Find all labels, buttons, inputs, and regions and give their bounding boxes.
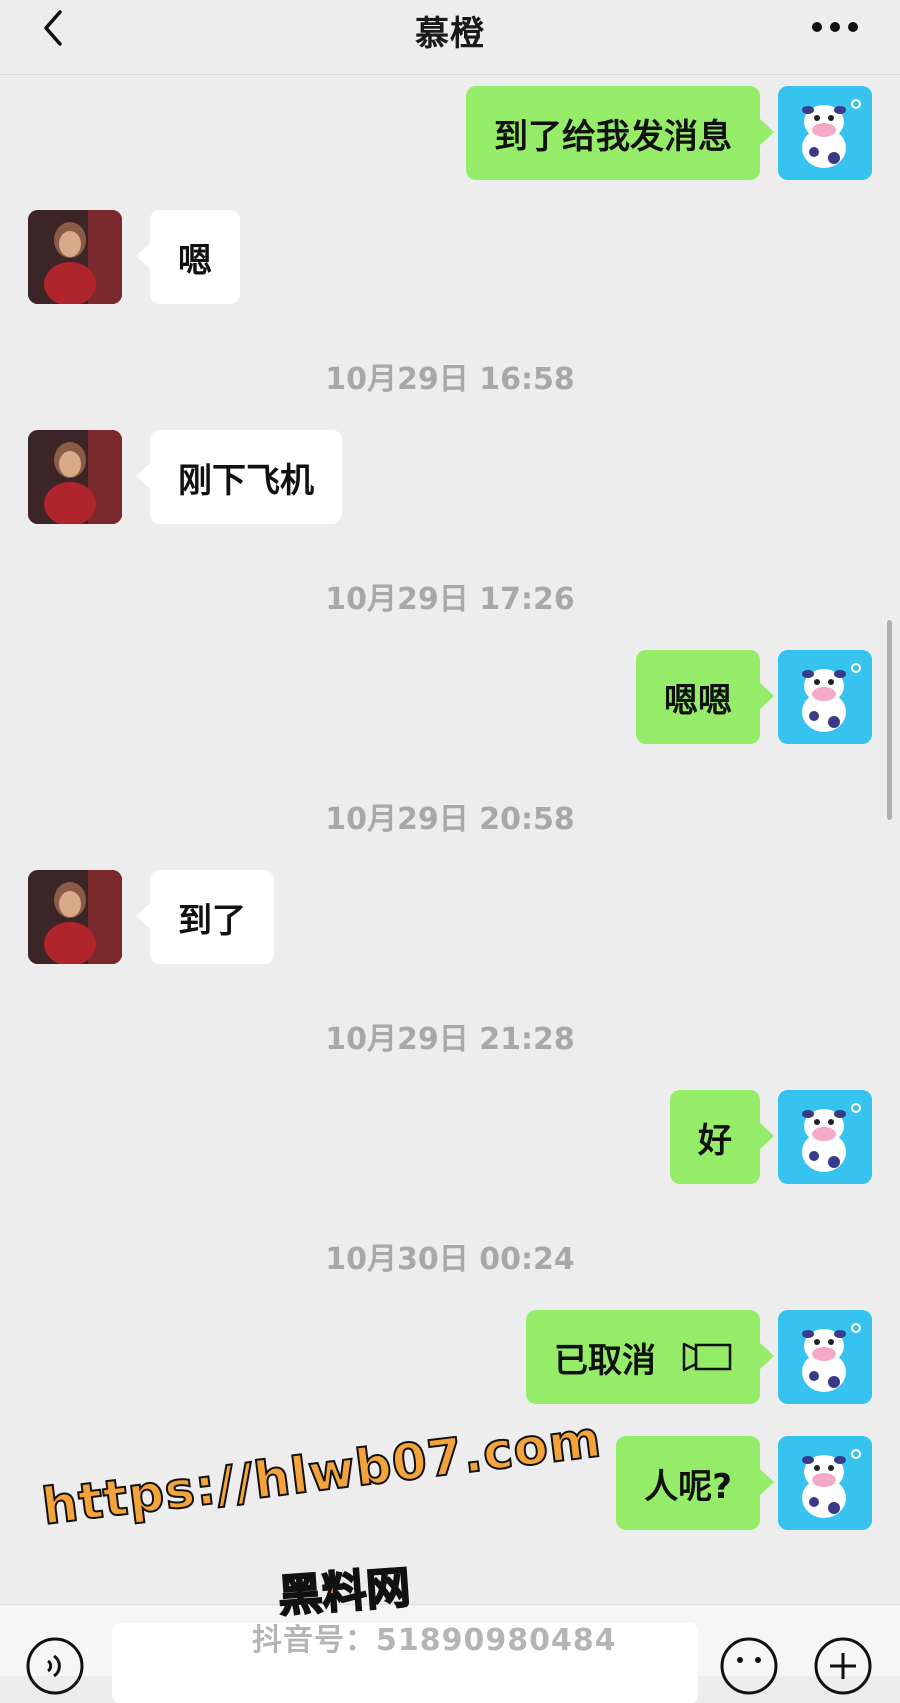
self-avatar[interactable]: [778, 1436, 872, 1530]
message-row: 已取消: [0, 1310, 900, 1404]
message-text: 到了给我发消息: [494, 116, 732, 157]
contact-avatar[interactable]: [28, 430, 122, 524]
message-text: 已取消: [554, 1340, 656, 1381]
chat-header: 慕橙: [0, 0, 900, 75]
message-bubble[interactable]: 刚下飞机: [136, 430, 342, 524]
contact-photo-icon: [28, 430, 122, 524]
message-bubble[interactable]: 到了给我发消息: [466, 86, 774, 180]
self-avatar[interactable]: [778, 1310, 872, 1404]
timestamp: 10月30日 00:24: [325, 1242, 575, 1277]
message-text: 人呢?: [644, 1466, 732, 1507]
timestamp: 10月29日 21:28: [325, 1022, 575, 1057]
chat-title: 慕橙: [415, 14, 485, 54]
message-row: 到了给我发消息: [0, 86, 900, 180]
contact-avatar[interactable]: [28, 870, 122, 964]
contact-photo-icon: [28, 870, 122, 964]
cow-avatar-icon: [778, 1090, 872, 1184]
timestamp: 10月29日 17:26: [325, 582, 575, 617]
call-cancelled-bubble[interactable]: 已取消: [526, 1310, 774, 1404]
message-bubble[interactable]: 到了: [136, 870, 274, 964]
plus-icon[interactable]: [812, 1635, 874, 1697]
message-bubble[interactable]: 人呢?: [616, 1436, 774, 1530]
more-dots-icon[interactable]: [810, 20, 860, 34]
message-text: 到了: [178, 900, 246, 941]
message-bubble[interactable]: 好: [670, 1090, 774, 1184]
watermark-name: 黑料网: [276, 1561, 413, 1623]
voice-icon[interactable]: [24, 1635, 86, 1697]
message-bubble[interactable]: 嗯嗯: [636, 650, 774, 744]
message-text: 刚下飞机: [178, 460, 314, 501]
message-row: 嗯: [0, 210, 900, 304]
cow-avatar-icon: [778, 1310, 872, 1404]
message-row: 刚下飞机: [0, 430, 900, 524]
cow-avatar-icon: [778, 1436, 872, 1530]
emoji-icon[interactable]: [718, 1635, 780, 1697]
timestamp: 10月29日 20:58: [325, 802, 575, 837]
timestamp: 10月29日 16:58: [325, 362, 575, 397]
video-call-icon: [682, 1342, 732, 1372]
message-bubble[interactable]: 嗯: [136, 210, 240, 304]
self-avatar[interactable]: [778, 86, 872, 180]
message-row: 嗯嗯: [0, 650, 900, 744]
message-text: 嗯嗯: [664, 680, 732, 721]
self-avatar[interactable]: [778, 1090, 872, 1184]
self-avatar[interactable]: [778, 650, 872, 744]
scrollbar[interactable]: [887, 620, 892, 820]
cow-avatar-icon: [778, 86, 872, 180]
message-row: 好: [0, 1090, 900, 1184]
cow-avatar-icon: [778, 650, 872, 744]
message-text: 好: [698, 1120, 732, 1161]
message-list[interactable]: 到了给我发消息 嗯 10月29日 16:58 刚下飞机 10月29日 17:26…: [0, 74, 900, 1604]
message-row: 到了: [0, 870, 900, 964]
contact-photo-icon: [28, 210, 122, 304]
message-text: 嗯: [178, 240, 212, 281]
contact-avatar[interactable]: [28, 210, 122, 304]
